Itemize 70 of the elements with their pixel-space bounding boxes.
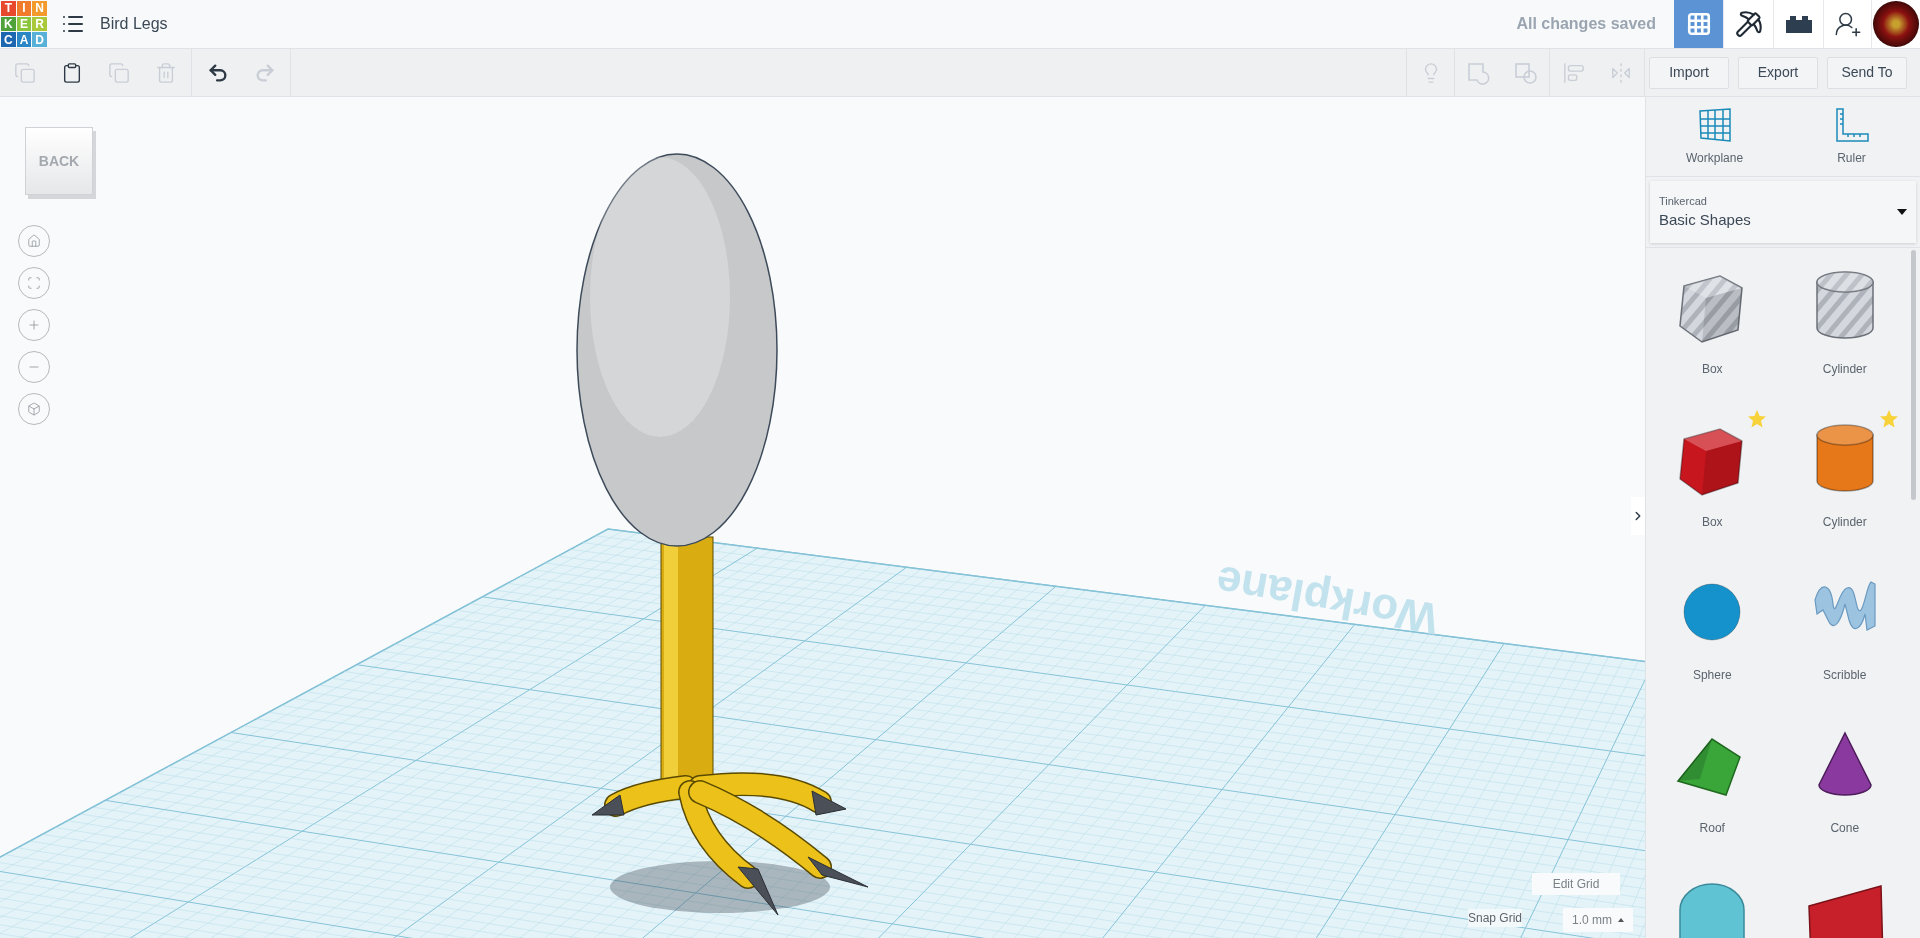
zoom-in-icon bbox=[27, 318, 41, 332]
fit-view-icon bbox=[27, 276, 41, 290]
shape-tile[interactable]: Cone bbox=[1778, 707, 1911, 860]
dropdown-caret-icon bbox=[1897, 209, 1907, 215]
zoom-out-button[interactable] bbox=[18, 351, 50, 383]
library-value: Basic Shapes bbox=[1659, 210, 1751, 230]
grid-plane-icon bbox=[1696, 106, 1733, 143]
logo-letter: N bbox=[32, 1, 47, 16]
logo-letter: A bbox=[16, 32, 32, 47]
pickaxe-icon bbox=[1734, 10, 1763, 38]
ruler-tool-button[interactable]: Ruler bbox=[1783, 97, 1920, 176]
shape-tile[interactable]: Cylinder bbox=[1778, 401, 1911, 554]
logo-letter: K bbox=[1, 16, 16, 32]
avatar-image bbox=[1873, 1, 1919, 47]
user-add-icon bbox=[1833, 10, 1862, 38]
duplicate-icon bbox=[107, 61, 130, 84]
logo-letter: T bbox=[1, 1, 16, 16]
brick-icon bbox=[1783, 13, 1814, 35]
design-title[interactable]: Bird Legs bbox=[100, 12, 168, 36]
pickaxe-view-button[interactable] bbox=[1724, 0, 1774, 48]
fit-button[interactable] bbox=[18, 267, 50, 299]
bird-model-drawing[interactable] bbox=[576, 153, 869, 916]
shape-tile[interactable]: Sphere bbox=[1646, 554, 1779, 707]
shape-tile[interactable]: Box bbox=[1646, 401, 1779, 554]
cube-face-label: BACK bbox=[38, 151, 80, 171]
shape-label: Roof bbox=[1699, 820, 1725, 837]
ruler-icon bbox=[1833, 106, 1870, 143]
caret-icon bbox=[1618, 918, 1624, 922]
logo-letter: I bbox=[16, 1, 32, 16]
cube-icon bbox=[27, 402, 41, 416]
collapse-panel-button[interactable] bbox=[1631, 497, 1645, 535]
logo[interactable]: T I N K E R C A D bbox=[1, 1, 47, 47]
home-icon bbox=[27, 234, 41, 248]
logo-letter: D bbox=[32, 32, 47, 47]
scrollbar[interactable] bbox=[1911, 250, 1916, 500]
logo-letter: E bbox=[16, 16, 32, 32]
shape-tile[interactable]: Cylinder bbox=[1778, 248, 1911, 401]
perspective-button[interactable] bbox=[18, 393, 50, 425]
shape-label: Cone bbox=[1830, 820, 1860, 837]
home-button[interactable] bbox=[18, 225, 50, 257]
library-dropdown[interactable]: Tinkercad Basic Shapes bbox=[1650, 181, 1916, 243]
mirror-icon bbox=[1609, 61, 1632, 84]
align-icon bbox=[1562, 61, 1585, 84]
save-status: All changes saved bbox=[1516, 14, 1656, 34]
bricks-view-button[interactable] bbox=[1774, 0, 1824, 48]
shape-label: Cylinder bbox=[1822, 514, 1867, 531]
shape-tile[interactable]: Roof bbox=[1646, 707, 1779, 860]
shape-tile[interactable]: Scribble bbox=[1778, 554, 1911, 707]
library-caption: Tinkercad bbox=[1659, 193, 1707, 209]
action-button[interactable]: Send To bbox=[1827, 56, 1907, 89]
invite-user-button[interactable] bbox=[1824, 0, 1872, 48]
shape-label: Box bbox=[1701, 514, 1723, 531]
logo-letter: R bbox=[32, 16, 47, 32]
shape-label: Scribble bbox=[1823, 667, 1867, 684]
delete-icon bbox=[154, 61, 177, 84]
shape-tile[interactable]: Box bbox=[1646, 248, 1779, 401]
copy-icon bbox=[13, 61, 36, 84]
workplane-tool-button[interactable]: Workplane bbox=[1646, 97, 1783, 176]
shape-label: Sphere bbox=[1692, 667, 1732, 684]
edit-grid-button[interactable]: Edit Grid bbox=[1532, 873, 1620, 895]
action-button[interactable]: Import bbox=[1649, 56, 1729, 89]
action-button[interactable]: Export bbox=[1738, 56, 1818, 89]
grid-icon bbox=[1685, 11, 1712, 37]
shape-label: Cylinder bbox=[1822, 361, 1867, 378]
snap-grid-label: Snap Grid bbox=[1467, 909, 1522, 927]
zoom-in-button[interactable] bbox=[18, 309, 50, 341]
shape-label: Box bbox=[1701, 361, 1723, 378]
avatar[interactable] bbox=[1872, 0, 1920, 48]
logo-letter: C bbox=[1, 32, 16, 47]
snap-grid-dropdown[interactable]: 1.0 mm bbox=[1563, 908, 1633, 932]
